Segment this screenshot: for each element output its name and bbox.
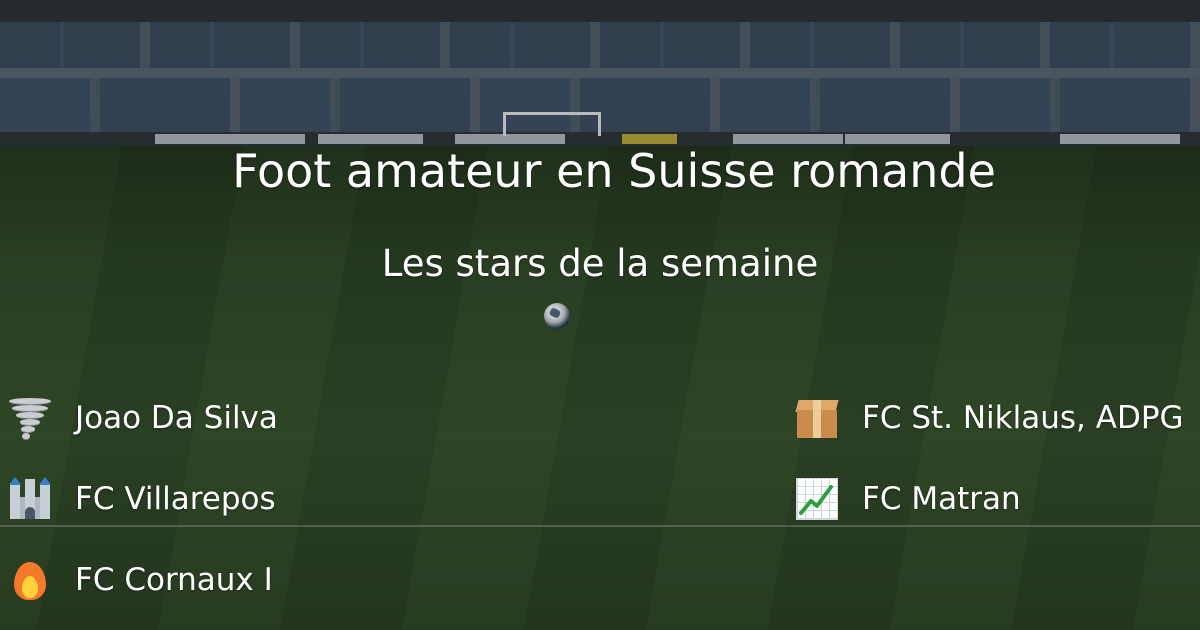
star-item-3: FC Cornaux I <box>5 555 273 605</box>
tornado-icon <box>5 393 55 443</box>
page-title: Foot amateur en Suisse romande <box>232 144 996 198</box>
fire-icon <box>5 555 55 605</box>
star-label: FC Villarepos <box>75 481 276 517</box>
star-label: FC Cornaux I <box>75 562 273 598</box>
star-label: FC Matran <box>862 481 1021 517</box>
star-item-1: Joao Da Silva <box>5 393 278 443</box>
stadium-background <box>0 0 1200 630</box>
star-item-4: FC St. Niklaus, ADPG <box>792 393 1184 443</box>
castle-icon <box>5 474 55 524</box>
star-label: FC St. Niklaus, ADPG <box>862 400 1184 436</box>
page-subtitle: Les stars de la semaine <box>381 242 819 285</box>
star-item-2: FC Villarepos <box>5 474 276 524</box>
package-icon <box>792 393 842 443</box>
chart-increasing-icon <box>792 474 842 524</box>
star-item-5: FC Matran <box>792 474 1021 524</box>
star-label: Joao Da Silva <box>75 400 278 436</box>
